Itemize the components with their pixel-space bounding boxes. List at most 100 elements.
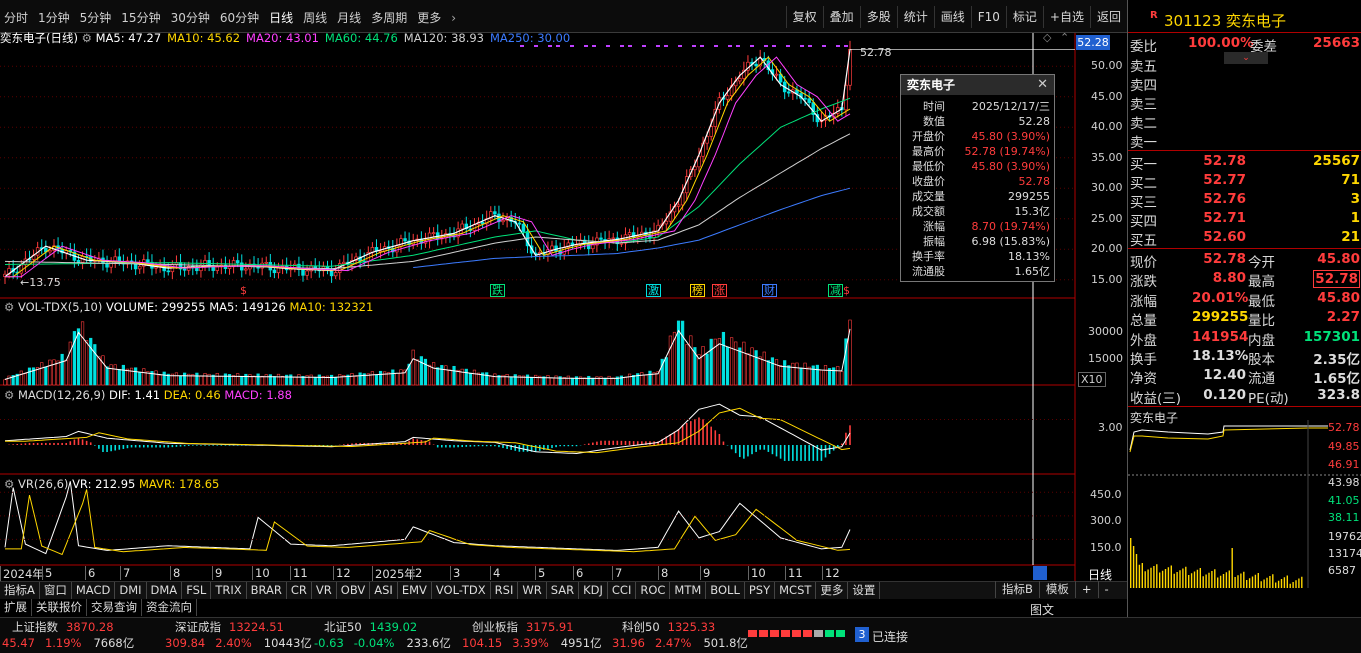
sell-level-row[interactable]: 卖二 [1130,112,1360,132]
indicator-tab-24[interactable]: 更多 [816,582,849,599]
event-marker[interactable]: 跌 [490,284,505,297]
event-marker[interactable]: 减 [828,284,843,297]
close-icon[interactable]: ✕ [1037,77,1048,92]
event-marker[interactable]: 激 [646,284,661,297]
action-button-5[interactable]: F10 [970,6,1006,28]
settings-icon[interactable]: ⚙ [4,300,14,314]
bottom-tab-0[interactable]: 扩展 [0,599,32,616]
connection-status[interactable]: 已连接 [872,628,908,645]
period-tab-9[interactable]: 多周期 [371,11,407,25]
buy-level-row[interactable]: 买三 52.76 3 [1130,191,1360,211]
indicator-tab-13[interactable]: VOL-TDX [432,582,491,599]
indicator-tab-19[interactable]: ROC [636,582,671,599]
chevron-right-icon[interactable]: › [451,11,456,25]
diamond-icon[interactable]: ◇ [1043,31,1051,44]
indicator-tab-17[interactable]: KDJ [579,582,608,599]
sell-level-row[interactable]: 卖五 [1130,55,1360,75]
indicator-tab-3[interactable]: DMI [115,582,147,599]
period-tab-4[interactable]: 30分钟 [171,11,210,25]
collapse-icon[interactable]: ⌃ [1060,31,1069,44]
index-item[interactable]: 创业板指 3175.91 [472,619,574,635]
indicator-tab-5[interactable]: FSL [182,582,212,599]
index-item[interactable]: 上证指数 3870.28 [12,619,114,635]
volume-bar [485,372,489,386]
action-button-2[interactable]: 多股 [859,6,897,28]
indicator-tab-20[interactable]: MTM [670,582,707,599]
index-item[interactable]: 北证50 1439.02 [324,619,417,635]
event-marker[interactable]: $ [240,284,247,297]
tooltip-value: 52.28 [1018,115,1051,128]
indicator-tab-11[interactable]: ASI [370,582,398,599]
event-marker[interactable]: 财 [762,284,777,297]
settings-icon[interactable]: ⚙ [82,31,96,45]
volume-bar [354,376,358,386]
action-button-6[interactable]: 标记 [1005,6,1043,28]
tooltip-row: 时间 2025/12/17/三 [901,99,1054,114]
period-tab-2[interactable]: 5分钟 [80,11,112,25]
indicator-tab-7[interactable]: BRAR [247,582,287,599]
period-tab-6[interactable]: 日线 [269,11,293,25]
event-marker[interactable]: 榜 [690,284,705,297]
indicator-tab-21[interactable]: BOLL [706,582,745,599]
right-tab-1[interactable]: 模板 [1038,581,1075,598]
right-tab-0[interactable]: 指标B [995,581,1039,598]
right-tab-3[interactable]: - [1097,581,1115,598]
bottom-tab-2[interactable]: 交易查询 [87,599,142,616]
indicator-tab-16[interactable]: SAR [547,582,580,599]
settings-icon[interactable]: ⚙ [4,477,14,491]
indicator-tab-22[interactable]: PSY [745,582,776,599]
event-marker[interactable]: 涨 [712,284,727,297]
period-tab-8[interactable]: 月线 [337,11,361,25]
period-tabs: 分时 1分钟 5分钟 15分钟 30分钟 60分钟 日线 周线 月线 多周期 更多 › [0,9,462,26]
data-tooltip: 奕东电子 ✕ 时间 2025/12/17/三 数值 52.28 开盘价 45.80 (3.… [900,74,1055,282]
indicator-tab-18[interactable]: CCI [608,582,637,599]
sell-level-row[interactable]: 卖四 [1130,74,1360,94]
indicator-tab-4[interactable]: DMA [147,582,183,599]
bottom-tab-1[interactable]: 关联报价 [32,599,87,616]
signal-dash [678,45,682,47]
indicator-tab-0[interactable]: 指标A [0,582,40,599]
indicator-tab-23[interactable]: MCST [775,582,817,599]
indicator-tab-14[interactable]: RSI [491,582,519,599]
volume-bar [623,376,628,386]
period-tab-1[interactable]: 1分钟 [38,11,70,25]
indicator-tab-2[interactable]: MACD [72,582,116,599]
indicator-tab-1[interactable]: 窗口 [40,582,72,599]
action-button-0[interactable]: 复权 [785,6,823,28]
period-tab-3[interactable]: 15分钟 [121,11,160,25]
indicator-tab-12[interactable]: EMV [398,582,432,599]
indicator-tab-25[interactable]: 设置 [848,582,881,599]
period-tab-10[interactable]: 更多 [417,11,441,25]
indicator-tab-15[interactable]: WR [518,582,547,599]
volume-bar [668,335,672,386]
index-item[interactable]: 科创50 1325.33 [622,619,715,635]
indicator-tab-8[interactable]: CR [287,582,312,599]
indicator-tab-6[interactable]: TRIX [211,582,247,599]
buy-level-row[interactable]: 买一 52.78 25567 [1130,153,1360,173]
action-button-7[interactable]: +自选 [1042,6,1090,28]
graphic-text-tab[interactable]: 图文 [1030,601,1054,618]
action-button-4[interactable]: 画线 [933,6,971,28]
mini-intraday-chart[interactable] [1128,420,1361,590]
period-tab-7[interactable]: 周线 [303,11,327,25]
indicator-tab-9[interactable]: VR [312,582,337,599]
buy-level-row[interactable]: 买二 52.77 71 [1130,172,1360,192]
stock-title: 奕东电子(日线) [0,31,78,45]
bottom-tab-3[interactable]: 资金流向 [142,599,197,616]
sell-level-row[interactable]: 卖一 [1130,131,1360,151]
period-tab-0[interactable]: 分时 [4,11,28,25]
quote-stat-row: 涨幅 20.01% 最低 45.80 [1130,290,1360,310]
index-item[interactable]: 深证成指 13224.51 [175,619,284,635]
buy-level-row[interactable]: 买四 52.71 1 [1130,210,1360,230]
sell-level-row[interactable]: 卖三 [1130,93,1360,113]
action-button-3[interactable]: 统计 [896,6,934,28]
action-button-8[interactable]: 返回 [1089,6,1127,28]
period-tab-5[interactable]: 60分钟 [220,11,259,25]
settings-icon[interactable]: ⚙ [4,388,14,402]
index-value: 3870.28 [66,620,114,634]
event-marker[interactable]: $ [843,284,850,297]
buy-level-row[interactable]: 买五 52.60 21 [1130,229,1360,249]
right-tab-2[interactable]: + [1074,581,1098,598]
indicator-tab-10[interactable]: OBV [337,582,371,599]
action-button-1[interactable]: 叠加 [822,6,860,28]
